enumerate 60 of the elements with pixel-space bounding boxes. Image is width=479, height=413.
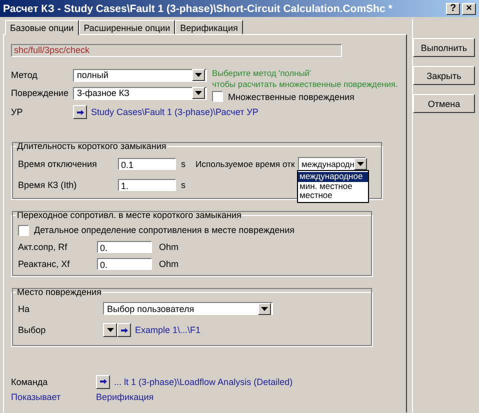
hint-text: Выберите метод 'полный' xyxy=(212,68,312,78)
unit-label: s xyxy=(181,180,186,190)
field-label: Время КЗ (Ith) xyxy=(18,180,78,190)
arrow-icon xyxy=(120,328,128,332)
jump-button[interactable] xyxy=(96,374,110,388)
input-field[interactable]: 0. xyxy=(97,258,152,270)
caret-icon xyxy=(261,306,268,310)
input-field[interactable]: 0. xyxy=(97,240,152,252)
dialog-button[interactable]: Закрыть xyxy=(413,66,475,85)
dialog-button[interactable]: Выполнить xyxy=(413,38,475,57)
group-title: Длительность короткого замыкания xyxy=(16,141,168,151)
field-label: Повреждение xyxy=(11,88,70,98)
arrow-icon xyxy=(100,379,106,384)
jump-button[interactable] xyxy=(117,323,131,337)
link[interactable]: ... lt 1 (3-phase)\Loadflow Analysis (Detailed) xyxy=(114,376,293,386)
time-dropdown[interactable]: международн xyxy=(298,157,366,170)
dialog-button[interactable]: Отмена xyxy=(413,94,475,113)
unit-label: s xyxy=(181,158,186,168)
link[interactable]: Example 1\...\F1 xyxy=(135,325,201,335)
arrow-icon xyxy=(76,110,84,114)
field-label: Показывает xyxy=(11,392,62,402)
value-text: Верификация xyxy=(96,392,154,402)
field-label: Используемое время отк xyxy=(196,158,296,168)
link[interactable]: Study Cases\Fault 1 (3-phase)\Расчет УР xyxy=(91,107,258,117)
dropdown-option[interactable]: международное xyxy=(298,172,368,182)
tab[interactable]: Базовые опции xyxy=(5,20,79,35)
caret-icon xyxy=(357,162,364,166)
field-label: Время отключения xyxy=(18,158,98,168)
input-field[interactable]: 0.1 xyxy=(118,158,176,170)
unit-label: Ohm xyxy=(159,258,179,268)
checkbox-label: Детальное определение сопротивления в месте повреждения xyxy=(34,225,295,235)
fault-dropdown[interactable]: 3-фазное КЗ xyxy=(73,86,207,100)
dropdown-button[interactable] xyxy=(103,323,117,337)
caret-icon xyxy=(106,328,114,332)
checkbox[interactable] xyxy=(212,91,223,102)
input-field[interactable]: 1. xyxy=(118,178,176,190)
caret-icon xyxy=(195,91,202,95)
field-label: Команда xyxy=(11,376,49,386)
hint-text: чтобы расчитать множественные повреждения. xyxy=(212,79,398,89)
tab[interactable]: Верификация xyxy=(175,20,243,34)
jump-button[interactable] xyxy=(73,105,87,119)
field-label: УР xyxy=(11,107,24,117)
caret-icon xyxy=(195,73,202,77)
field-label: На xyxy=(18,304,31,314)
group-title: Переходное сопротивл. в месте короткого замыкания xyxy=(16,210,242,220)
help-button[interactable]: ? xyxy=(446,2,460,14)
checkbox-label: Множественные повреждения xyxy=(228,92,354,102)
path-field: shc/full/3psc/check xyxy=(11,44,342,57)
checkbox[interactable] xyxy=(18,224,29,236)
tab[interactable]: Расширенные опции xyxy=(78,20,176,34)
location-dropdown[interactable]: Выбор пользователя xyxy=(103,302,273,315)
window-title: Расчет КЗ - Study Cases\Fault 1 (3-phase)\Short-Circuit Calculation.ComShc * xyxy=(3,2,394,14)
field-label: Акт.сопр, Rf xyxy=(18,242,68,252)
field-label: Реактанс, Xf xyxy=(18,258,71,268)
field-label: Метод xyxy=(11,70,38,80)
group-title: Место повреждения xyxy=(16,287,102,297)
field-label: Выбор xyxy=(18,325,47,335)
unit-label: Ohm xyxy=(159,242,179,252)
close-button[interactable]: × xyxy=(462,2,476,14)
method-dropdown[interactable]: полный xyxy=(73,68,207,82)
